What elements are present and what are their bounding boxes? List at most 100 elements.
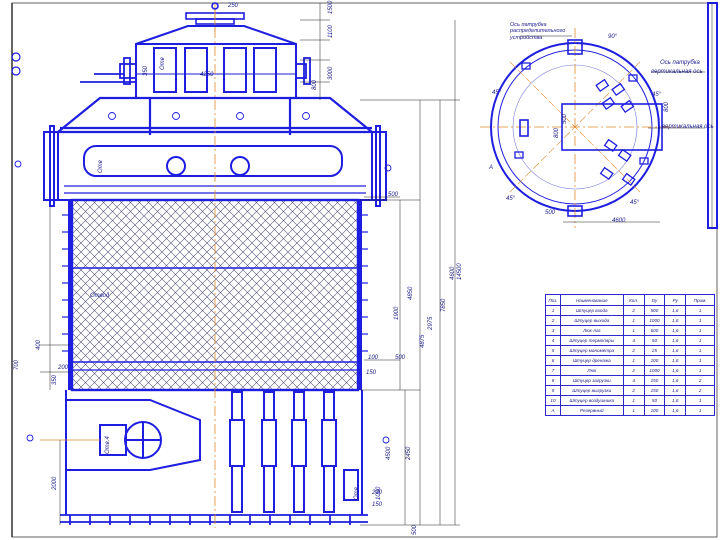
cell: Штуцер входа (559, 305, 624, 316)
dim-right-2: 1900 (394, 306, 400, 320)
cell: 1 (622, 405, 645, 416)
spec-header-note: Прим. (685, 294, 715, 306)
dim-right-1: 2975 (428, 316, 434, 330)
plan-note: Ось патрубка распределительного устройст… (510, 22, 566, 41)
cell: 1 (622, 315, 645, 326)
cell: 4 (545, 335, 561, 346)
plan-label-45a: 45° (492, 90, 502, 96)
cell: 1 (685, 355, 715, 366)
base-rail (60, 514, 368, 525)
cell: Штуцер выхода (559, 315, 624, 326)
vessel-elevation (14, 2, 392, 528)
cell: Штуцер дренажа (559, 355, 624, 366)
table-row: 9 Штуцер выгрузки 2 150 1,6 2 (545, 385, 715, 396)
cell: 2 (622, 365, 645, 376)
table-row: 2 Штуцер выхода 1 1000 1,6 1 (545, 315, 715, 326)
dim-mid-5: 200 (372, 490, 383, 496)
label-nozzle-4: Отв.4 (105, 436, 111, 454)
plan-label-45c: 45° (506, 196, 516, 202)
plan-label-45d: 45° (630, 200, 640, 206)
cell: 1 (685, 325, 715, 336)
cell: 1 (685, 305, 715, 316)
cell: 1,6 (664, 305, 687, 316)
cell: 25 (643, 345, 666, 356)
cell: 4 (622, 335, 645, 346)
spec-header-pu: Ру (664, 294, 687, 306)
plan-label-vaxis-1: вертикальная ось (651, 69, 703, 75)
cell: 50 (643, 395, 666, 406)
plan-label-800a: 800 (554, 127, 560, 138)
cell: 1 (685, 345, 715, 356)
cell: 1,6 (664, 385, 687, 396)
spec-header-du: Dу (643, 294, 666, 306)
dim-left-1: 700 (14, 359, 20, 370)
table-row: 7 Люк 2 1000 1,6 1 (545, 365, 715, 376)
dim-left-4: 200 (58, 365, 69, 371)
table-row: 1 Штуцер входа 2 500 1,6 1 (545, 305, 715, 316)
cell: 150 (643, 375, 666, 386)
cell: 1,6 (664, 325, 687, 336)
lower-section (40, 390, 363, 515)
dim-top-1: 1100 (328, 25, 334, 38)
cell: 2 (545, 315, 561, 326)
plan-label-nozzle-axis: Ось патрубка (660, 60, 700, 66)
cell: 1 (622, 395, 645, 406)
cell: 1 (622, 325, 645, 336)
dim-mid-2: 500 (395, 355, 406, 361)
table-row: А Резервный 1 100 1,6 1 (545, 405, 715, 416)
table-row: 5 Штуцер манометра 2 25 1,6 1 (545, 345, 715, 356)
cell: 1,6 (664, 345, 687, 356)
dim-top-4: 3000 (328, 66, 334, 80)
label-4250: 4250 (200, 72, 214, 78)
cell: 1000 (643, 365, 666, 376)
table-row: 6 Штуцер дренажа 1 100 1,6 1 (545, 355, 715, 366)
dim-left-0: 400 (36, 339, 42, 350)
cell: 2 (685, 375, 715, 386)
spec-header-qty: Кол. (622, 294, 645, 306)
spec-header-row: Поз. Наименование Кол. Dу Ру Прим. (545, 294, 715, 306)
binding-marks (11, 52, 21, 76)
cell: 1 (685, 365, 715, 376)
dim-right-9: 500 (412, 524, 418, 535)
spec-table: Поз. Наименование Кол. Dу Ру Прим. 1 Штуц… (545, 294, 715, 416)
cell: 1000 (643, 315, 666, 326)
cell: Резервный (559, 405, 624, 416)
dim-right-6: 4850 (408, 286, 414, 300)
cell: 2 (622, 305, 645, 316)
table-row: 3 Люк-лаз 1 600 1,6 1 (545, 325, 715, 336)
dim-top-0: 1500 (328, 0, 334, 14)
cell: 1 (685, 315, 715, 326)
cell: 3 (545, 325, 561, 336)
dim-right-8: 2450 (406, 446, 412, 460)
cell: Штуцер термопары (559, 335, 624, 346)
cell: 600 (643, 325, 666, 336)
cell: 5 (545, 345, 561, 356)
cell: 1 (685, 335, 715, 346)
cell: 1 (685, 395, 715, 406)
dim-top-3: 350 (143, 65, 149, 76)
table-row: 4 Штуцер термопары 4 50 1,6 1 (545, 335, 715, 346)
dim-right-0: 4600 (450, 266, 456, 280)
cell: 1 (545, 305, 561, 316)
label-nozzle-b: Отв (160, 57, 166, 70)
cell: 1,6 (664, 355, 687, 366)
dim-mid-3: 150 (366, 370, 377, 376)
cell: 1,6 (664, 405, 687, 416)
cell: 10 (545, 395, 561, 406)
cell: 100 (643, 355, 666, 366)
cell: Штуцер воздушника (559, 395, 624, 406)
table-row: 10 Штуцер воздушника 1 50 1,6 1 (545, 395, 715, 406)
plan-label-vaxis-2: вертикальная ось (662, 124, 714, 130)
cell: А (545, 405, 561, 416)
plan-label-4600: 4600 (612, 218, 626, 224)
plan-label-45b: 45° (652, 92, 662, 98)
dim-top-2: 250 (228, 3, 239, 9)
dim-right-3: 7850 (441, 298, 447, 312)
label-nozzle-a: Отв (98, 160, 104, 173)
spec-header-name: Наименование (559, 294, 624, 306)
cell: Люк (559, 365, 624, 376)
cell: 500 (643, 305, 666, 316)
table-row: 8 Штуцер загрузки 4 150 1,6 2 (545, 375, 715, 386)
dim-mid-4: 4500 (386, 446, 392, 460)
cell: 4 (622, 375, 645, 386)
